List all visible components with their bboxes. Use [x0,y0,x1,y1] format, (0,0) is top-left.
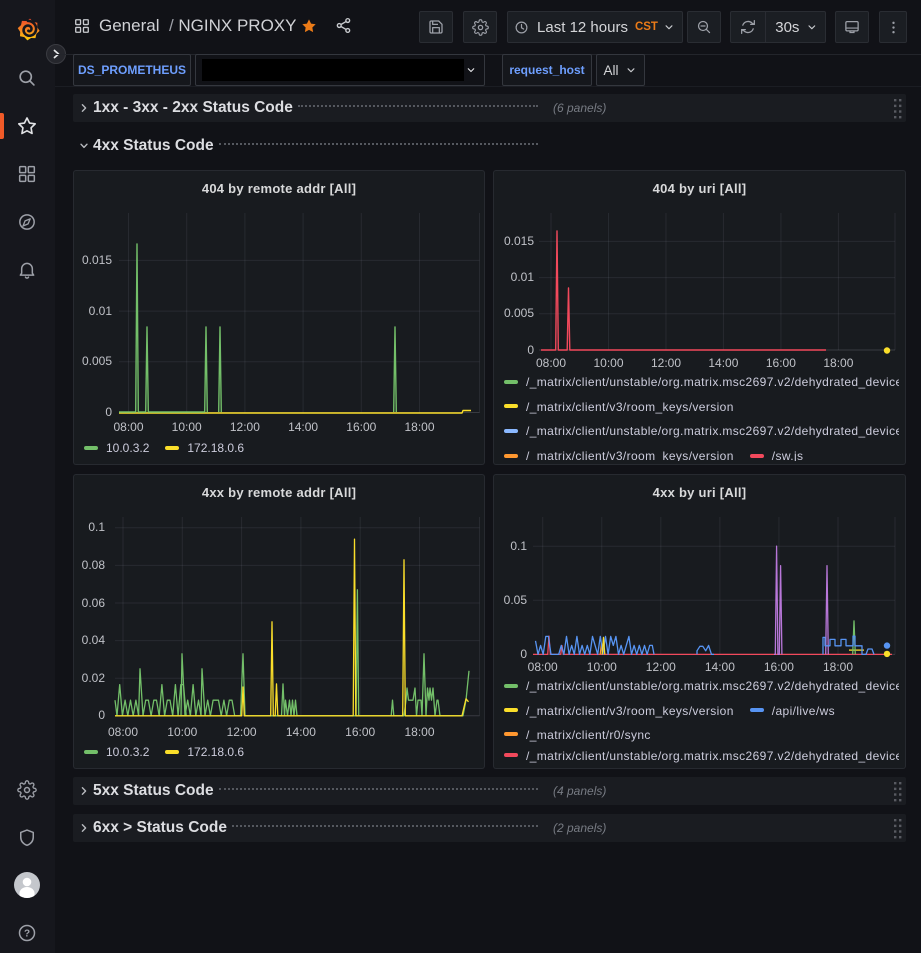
svg-text:?: ? [24,929,30,940]
